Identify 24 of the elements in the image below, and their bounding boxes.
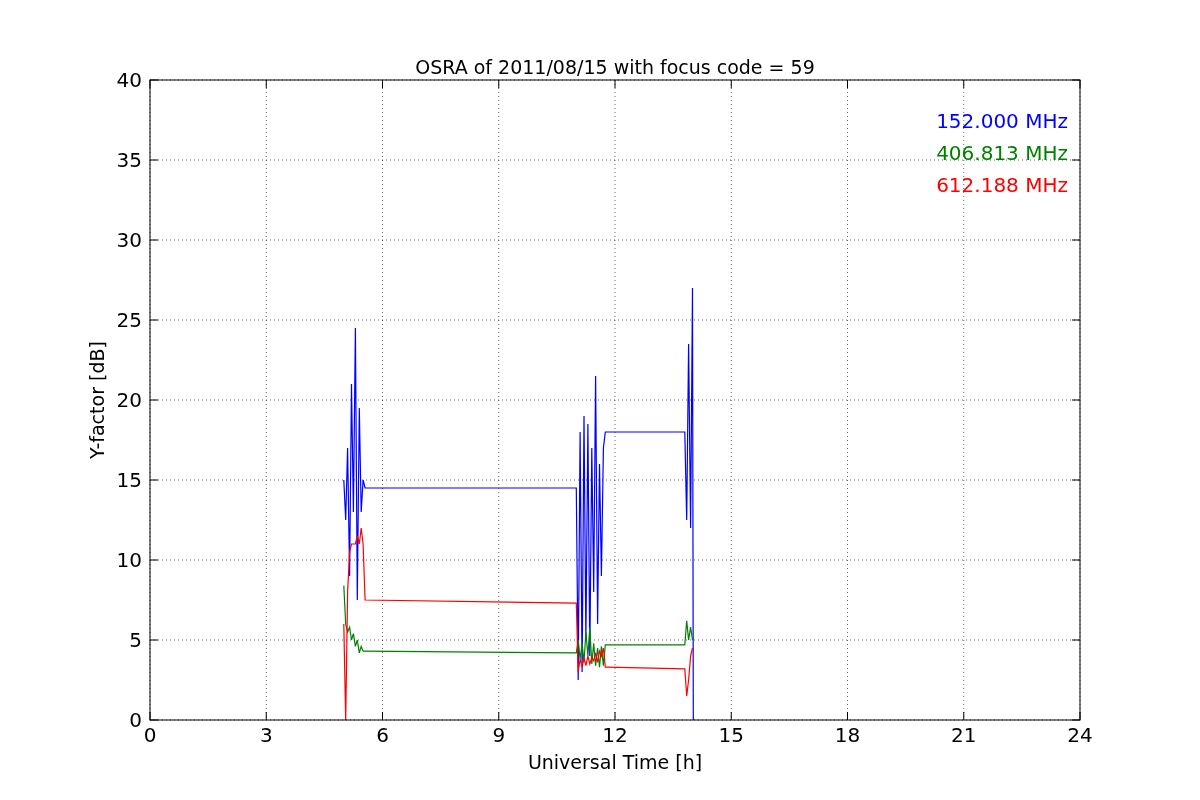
x-tick-label: 12 (602, 723, 628, 747)
x-tick-label: 3 (259, 723, 273, 747)
y-axis-title: Y-factor [dB] (86, 341, 108, 459)
y-tick-label: 0 (129, 708, 142, 732)
y-tick-label: 30 (116, 228, 142, 252)
x-tick-label: 21 (951, 723, 977, 747)
x-tick-label: 0 (143, 723, 157, 747)
x-axis-title: Universal Time [h] (527, 751, 703, 773)
x-tick-label: 6 (376, 723, 389, 747)
chart-title: OSRA of 2011/08/15 with focus code = 59 (415, 56, 815, 78)
y-tick-label: 10 (116, 548, 142, 572)
y-tick-label: 15 (116, 468, 142, 492)
y-tick-label: 20 (116, 388, 142, 412)
x-tick-label: 24 (1067, 723, 1093, 747)
legend-label: 612.188 MHz (936, 173, 1068, 197)
y-tick-label: 35 (116, 148, 142, 172)
x-tick-label: 18 (834, 723, 861, 747)
legend-label: 152.000 MHz (936, 109, 1068, 133)
x-tick-label: 9 (492, 723, 506, 747)
y-tick-label: 40 (116, 68, 142, 92)
y-tick-label: 5 (129, 628, 142, 652)
x-tick-label: 15 (718, 723, 744, 747)
legend-label: 406.813 MHz (936, 141, 1068, 165)
y-tick-label: 25 (116, 308, 142, 332)
